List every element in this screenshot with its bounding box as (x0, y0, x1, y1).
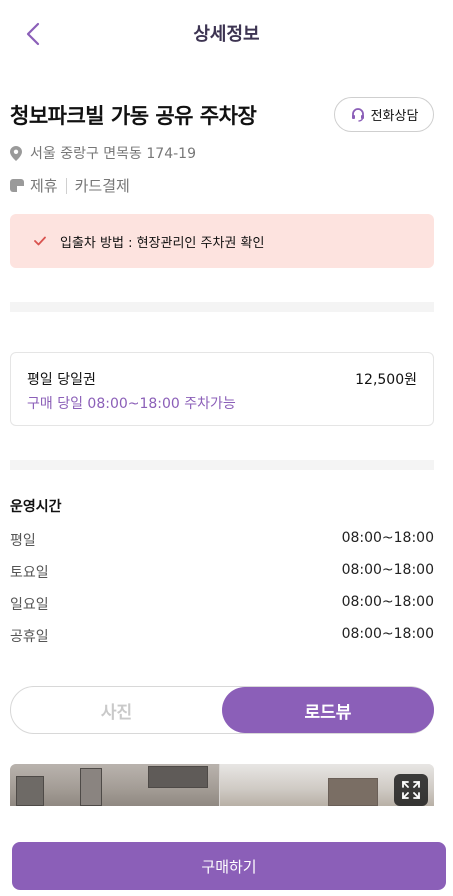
ticket-name: 평일 당일권 (27, 372, 96, 388)
tab-photo[interactable]: 사진 (11, 687, 222, 733)
hours-day: 공휴일 (10, 629, 49, 645)
ticket-card[interactable]: 평일 당일권 12,500원 구매 당일 08:00~18:00 주차가능 (10, 352, 434, 426)
hours-time: 08:00~18:00 (341, 530, 434, 546)
ticket-description: 구매 당일 08:00~18:00 주차가능 (27, 396, 236, 412)
building-window (148, 766, 208, 788)
hours-time: 08:00~18:00 (341, 562, 434, 578)
hours-time: 08:00~18:00 (341, 594, 434, 610)
building-window (16, 776, 44, 806)
hours-row-sunday: 일요일 08:00~18:00 (10, 594, 434, 614)
purchase-button[interactable]: 구매하기 (12, 842, 446, 890)
check-icon (34, 236, 46, 246)
hours-time: 08:00~18:00 (341, 626, 434, 642)
call-consult-button[interactable]: 전화상담 (334, 97, 434, 132)
card-icon (10, 179, 24, 192)
location-pin-icon (10, 145, 22, 161)
tag-card-payment: 카드결제 (74, 177, 130, 195)
entry-exit-notice: 입출차 방법 : 현장관리인 주차권 확인 (10, 214, 434, 268)
address-text: 서울 중랑구 면목동 174-19 (30, 146, 196, 162)
expand-icon (402, 781, 420, 799)
hours-day: 토요일 (10, 565, 49, 581)
tab-roadview[interactable]: 로드뷰 (222, 687, 434, 733)
headset-icon (351, 107, 364, 122)
hours-row-saturday: 토요일 08:00~18:00 (10, 562, 434, 582)
hours-day: 평일 (10, 533, 36, 549)
roadview-image[interactable] (10, 764, 434, 806)
view-toggle: 사진 로드뷰 (10, 686, 434, 734)
page-title: 상세정보 (193, 24, 260, 45)
hours-day: 일요일 (10, 597, 49, 613)
building-roof (328, 778, 378, 806)
section-divider (10, 460, 434, 470)
notice-text: 입출차 방법 : 현장관리인 주차권 확인 (60, 235, 265, 251)
hours-title: 운영시간 (10, 499, 62, 515)
tag-partner: 제휴 (30, 177, 58, 195)
hours-row-weekday: 평일 08:00~18:00 (10, 530, 434, 550)
tag-separator (65, 177, 67, 194)
section-divider (10, 302, 434, 312)
address-row: 서울 중랑구 면목동 174-19 (10, 143, 196, 163)
ticket-price: 12,500원 (355, 372, 417, 388)
roadview-image-left (10, 764, 219, 806)
building-window (80, 768, 102, 806)
hours-row-holiday: 공휴일 08:00~18:00 (10, 626, 434, 646)
parking-lot-name: 청보파크빌 가동 공유 주차장 (10, 104, 257, 128)
tag-row: 제휴 카드결제 (10, 175, 130, 196)
header: 상세정보 (0, 0, 453, 66)
expand-button[interactable] (394, 774, 428, 806)
call-consult-label: 전화상담 (370, 109, 419, 124)
